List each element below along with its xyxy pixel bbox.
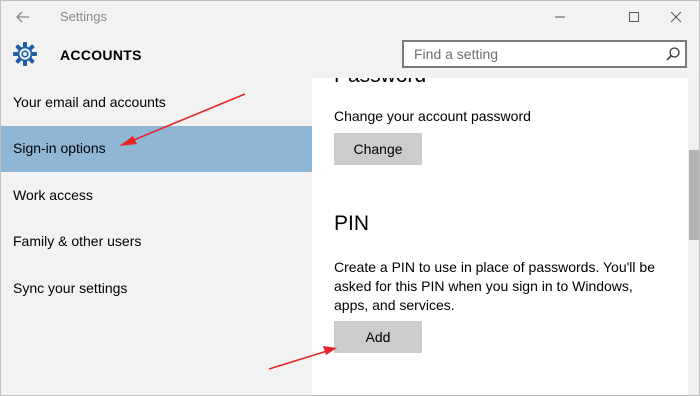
password-description: Change your account password	[334, 108, 531, 124]
scrollbar[interactable]	[688, 78, 699, 395]
search-box[interactable]	[402, 40, 687, 68]
sidebar-item-your-email-and-accounts[interactable]: Your email and accounts	[1, 80, 312, 126]
page-title: ACCOUNTS	[60, 47, 142, 63]
sidebar-item-work-access[interactable]: Work access	[1, 173, 312, 219]
pin-heading: PIN	[334, 212, 370, 235]
sidebar-item-label: Your email and accounts	[13, 94, 166, 110]
sidebar-item-label: Family & other users	[13, 233, 142, 249]
scroll-thumb[interactable]	[689, 150, 699, 240]
change-password-button[interactable]: Change	[334, 133, 422, 165]
sidebar-item-sync-your-settings[interactable]: Sync your settings	[1, 266, 312, 312]
minimize-button[interactable]	[537, 1, 583, 33]
pin-description-line-2: asked for this PIN when you sign in to W…	[334, 278, 633, 294]
sidebar-item-label: Sync your settings	[13, 280, 128, 296]
sidebar-item-family-and-other-users[interactable]: Family & other users	[1, 219, 312, 265]
content-pane[interactable]: Password Change your account password Ch…	[312, 78, 688, 395]
search-input[interactable]	[404, 42, 654, 66]
pin-description-line-1: Create a PIN to use in place of password…	[334, 259, 655, 275]
settings-window: Settings ACCOUNTS Find a setting Your em…	[0, 0, 700, 396]
minimize-icon	[555, 16, 565, 18]
page-header: ACCOUNTS	[1, 33, 699, 78]
maximize-icon	[629, 12, 639, 22]
close-icon	[670, 11, 682, 23]
sidebar-item-label: Sign-in options	[13, 140, 106, 156]
gear-icon	[13, 42, 37, 66]
pin-description-line-3: apps, and services.	[334, 297, 455, 313]
maximize-button[interactable]	[611, 1, 657, 33]
sidebar-item-sign-in-options[interactable]: Sign-in options	[1, 126, 312, 172]
sidebar-nav: Your email and accounts Sign-in options …	[1, 78, 312, 395]
sidebar-item-label: Work access	[13, 187, 93, 203]
close-button[interactable]	[653, 1, 699, 33]
password-heading: Password	[334, 78, 426, 88]
search-icon[interactable]	[665, 46, 681, 62]
window-title: Settings	[60, 9, 107, 24]
add-pin-button[interactable]: Add	[334, 321, 422, 353]
back-arrow-icon	[16, 11, 29, 23]
title-bar: Settings	[1, 1, 699, 33]
back-button[interactable]	[11, 7, 35, 27]
